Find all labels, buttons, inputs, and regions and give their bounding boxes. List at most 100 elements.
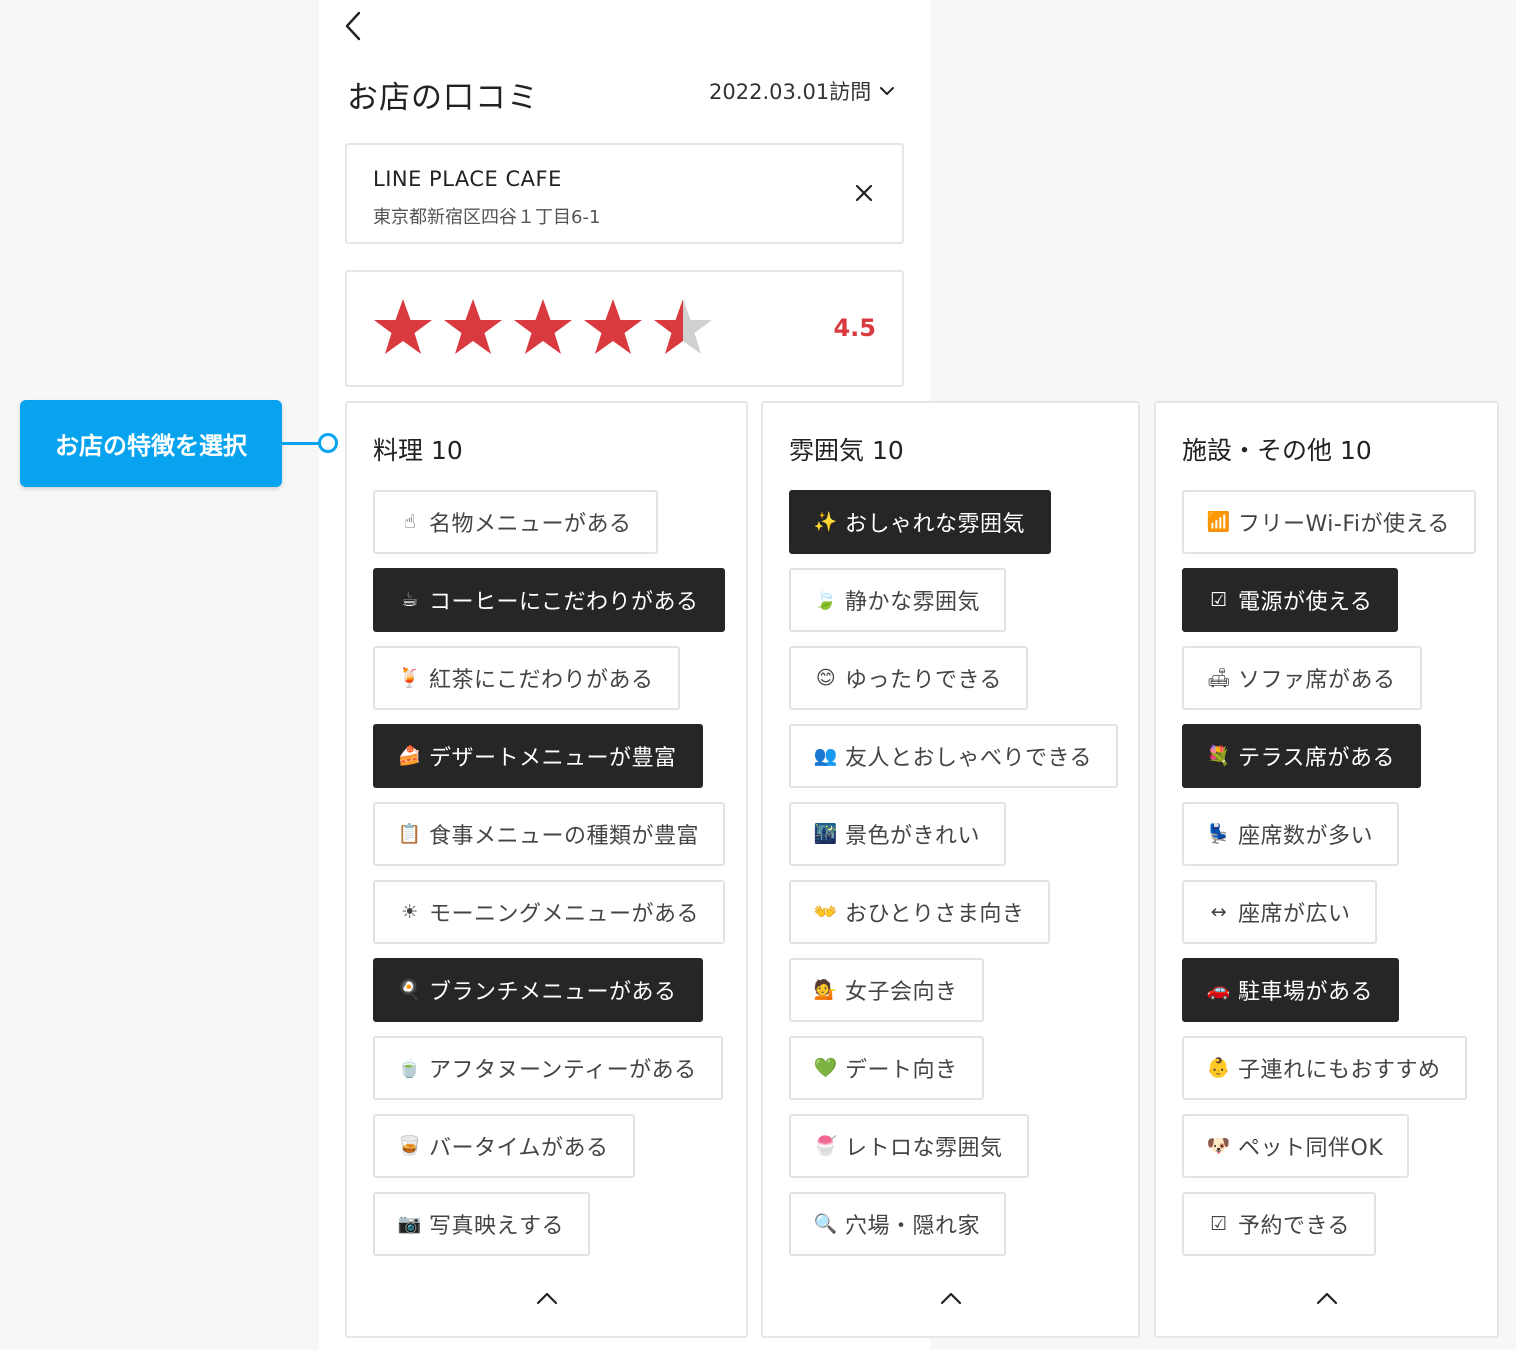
feature-chip[interactable]: 🐶 ペット同伴OK	[1182, 1114, 1410, 1178]
rating-card: 4.5	[345, 270, 904, 387]
feature-emoji-icon: ☑	[1210, 1212, 1228, 1235]
feature-emoji-icon: 🍳	[397, 978, 423, 1001]
feature-chip[interactable]: 💁 女子会向き	[789, 958, 984, 1022]
feature-chip-label: 景色がきれい	[845, 824, 981, 849]
collapse-button[interactable]	[1313, 1288, 1341, 1308]
feature-emoji-icon: 💁	[813, 978, 839, 1001]
feature-chip-label: レトロな雰囲気	[845, 1136, 1003, 1161]
feature-chip-label: ペット同伴OK	[1238, 1136, 1384, 1161]
feature-emoji-icon: ☕	[401, 588, 419, 611]
feature-emoji-icon: 🍹	[397, 666, 423, 689]
feature-emoji-icon: ☀	[401, 900, 419, 923]
feature-chip-label: 穴場・隠れ家	[845, 1214, 981, 1239]
feature-chip[interactable]: 👥 友人とおしゃべりできる	[789, 724, 1119, 788]
feature-emoji-icon: 💐	[1206, 744, 1232, 767]
feature-chip[interactable]: ☑ 電源が使える	[1182, 568, 1399, 632]
feature-chip[interactable]: 📋 食事メニューの種類が豊富	[373, 802, 726, 866]
feature-chip-label: テラス席がある	[1238, 746, 1396, 771]
feature-chip-label: 友人とおしゃべりできる	[845, 746, 1093, 771]
feature-chip-label: おひとりさま向き	[845, 902, 1025, 927]
feature-chip-label: フリーWi-Fiが使える	[1238, 512, 1450, 537]
feature-chip[interactable]: ☝ 名物メニューがある	[373, 490, 658, 554]
feature-emoji-icon: 🚗	[1206, 978, 1232, 1001]
feature-emoji-icon: 📋	[397, 822, 423, 845]
star-icon[interactable]	[581, 296, 645, 360]
feature-chip[interactable]: 🍵 アフタヌーンティーがある	[373, 1036, 723, 1100]
rating-value: 4.5	[833, 314, 876, 342]
feature-chip-list: ☝ 名物メニューがある ☕ コーヒーにこだわりがある 🍹 紅茶にこだわりがある 🍰 デザートメ…	[373, 490, 726, 1256]
chevron-up-icon	[940, 1292, 961, 1305]
feature-chip-label: 写真映えする	[429, 1214, 565, 1239]
feature-chip-label: 予約できる	[1238, 1214, 1351, 1239]
feature-chip-label: 座席が広い	[1238, 902, 1351, 927]
feature-emoji-icon: 🛋	[1206, 666, 1232, 689]
category-title: 施設・その他 10	[1182, 436, 1372, 465]
feature-chip[interactable]: 🍧 レトロな雰囲気	[789, 1114, 1029, 1178]
feature-chip[interactable]: 💐 テラス席がある	[1182, 724, 1422, 788]
feature-chip[interactable]: 😊 ゆったりできる	[789, 646, 1029, 710]
feature-emoji-icon: ↔	[1210, 900, 1228, 923]
star-rating[interactable]	[371, 296, 715, 360]
feature-chip-label: 静かな雰囲気	[845, 590, 981, 615]
feature-emoji-icon: ☝	[403, 510, 417, 533]
feature-chip[interactable]: 💺 座席数が多い	[1182, 802, 1400, 866]
feature-chip[interactable]: 👐 おひとりさま向き	[789, 880, 1051, 944]
star-icon[interactable]	[651, 296, 715, 360]
feature-emoji-icon: 🍃	[813, 588, 839, 611]
feature-chip[interactable]: 🍳 ブランチメニューがある	[373, 958, 703, 1022]
feature-chip-label: 名物メニューがある	[429, 512, 632, 537]
feature-chip[interactable]: ☀ モーニングメニューがある	[373, 880, 726, 944]
category-column-facility: 施設・その他 10 📶 フリーWi-Fiが使える ☑ 電源が使える 🛋 ソファ席がある 💐 テ…	[1154, 401, 1499, 1338]
star-icon[interactable]	[441, 296, 505, 360]
feature-chip-label: 駐車場がある	[1238, 980, 1374, 1005]
feature-chip[interactable]: 🚗 駐車場がある	[1182, 958, 1400, 1022]
feature-chip-label: 紅茶にこだわりがある	[429, 668, 654, 693]
feature-emoji-icon: 🍵	[397, 1056, 423, 1079]
feature-chip-label: ゆったりできる	[845, 668, 1003, 693]
feature-emoji-icon: 💺	[1206, 822, 1232, 845]
shop-address: 東京都新宿区四谷１丁目6-1	[373, 207, 601, 228]
feature-chip[interactable]: 🍹 紅茶にこだわりがある	[373, 646, 680, 710]
feature-emoji-icon: 🍧	[813, 1134, 839, 1157]
feature-chip-label: デザートメニューが豊富	[429, 746, 677, 771]
feature-chip[interactable]: ✨ おしゃれな雰囲気	[789, 490, 1052, 554]
feature-chip-label: 座席数が多い	[1238, 824, 1374, 849]
feature-chip-label: アフタヌーンティーがある	[429, 1058, 697, 1083]
collapse-button[interactable]	[533, 1288, 561, 1308]
feature-chip[interactable]: 💚 デート向き	[789, 1036, 984, 1100]
clear-shop-button[interactable]	[852, 181, 876, 205]
callout-dot	[318, 433, 338, 453]
feature-emoji-icon: 🔍	[813, 1212, 839, 1235]
feature-chip[interactable]: 🔍 穴場・隠れ家	[789, 1192, 1007, 1256]
collapse-button[interactable]	[937, 1288, 965, 1308]
feature-emoji-icon: 👐	[813, 900, 839, 923]
visit-date-selector[interactable]: 2022.03.01訪問	[709, 76, 895, 106]
feature-chip[interactable]: 👶 子連れにもおすすめ	[1182, 1036, 1467, 1100]
callout-label: お店の特徴を選択	[20, 400, 282, 487]
feature-chip[interactable]: 📷 写真映えする	[373, 1192, 591, 1256]
feature-chip-label: おしゃれな雰囲気	[845, 512, 1026, 537]
feature-chip[interactable]: 🌃 景色がきれい	[789, 802, 1007, 866]
star-icon[interactable]	[371, 296, 435, 360]
feature-emoji-icon: 🍰	[397, 744, 423, 767]
star-icon[interactable]	[511, 296, 575, 360]
feature-chip[interactable]: 📶 フリーWi-Fiが使える	[1182, 490, 1476, 554]
feature-chip[interactable]: 🥃 バータイムがある	[373, 1114, 635, 1178]
feature-chip[interactable]: 🍰 デザートメニューが豊富	[373, 724, 703, 788]
callout-connector	[282, 442, 320, 445]
feature-emoji-icon: 💚	[813, 1056, 839, 1079]
feature-chip[interactable]: 🍃 静かな雰囲気	[789, 568, 1007, 632]
feature-chip[interactable]: 🛋 ソファ席がある	[1182, 646, 1422, 710]
category-title: 雰囲気 10	[789, 436, 904, 465]
feature-emoji-icon: 🐶	[1206, 1134, 1232, 1157]
feature-chip-label: コーヒーにこだわりがある	[429, 590, 699, 615]
feature-emoji-icon: ☑	[1210, 588, 1228, 611]
feature-emoji-icon: 🥃	[397, 1134, 423, 1157]
feature-chip-label: ブランチメニューがある	[429, 980, 677, 1005]
feature-emoji-icon: 👥	[813, 744, 839, 767]
category-title: 料理 10	[373, 436, 463, 465]
feature-chip[interactable]: ↔ 座席が広い	[1182, 880, 1377, 944]
feature-chip[interactable]: ☑ 予約できる	[1182, 1192, 1377, 1256]
back-button[interactable]	[338, 8, 368, 44]
feature-chip[interactable]: ☕ コーヒーにこだわりがある	[373, 568, 725, 632]
